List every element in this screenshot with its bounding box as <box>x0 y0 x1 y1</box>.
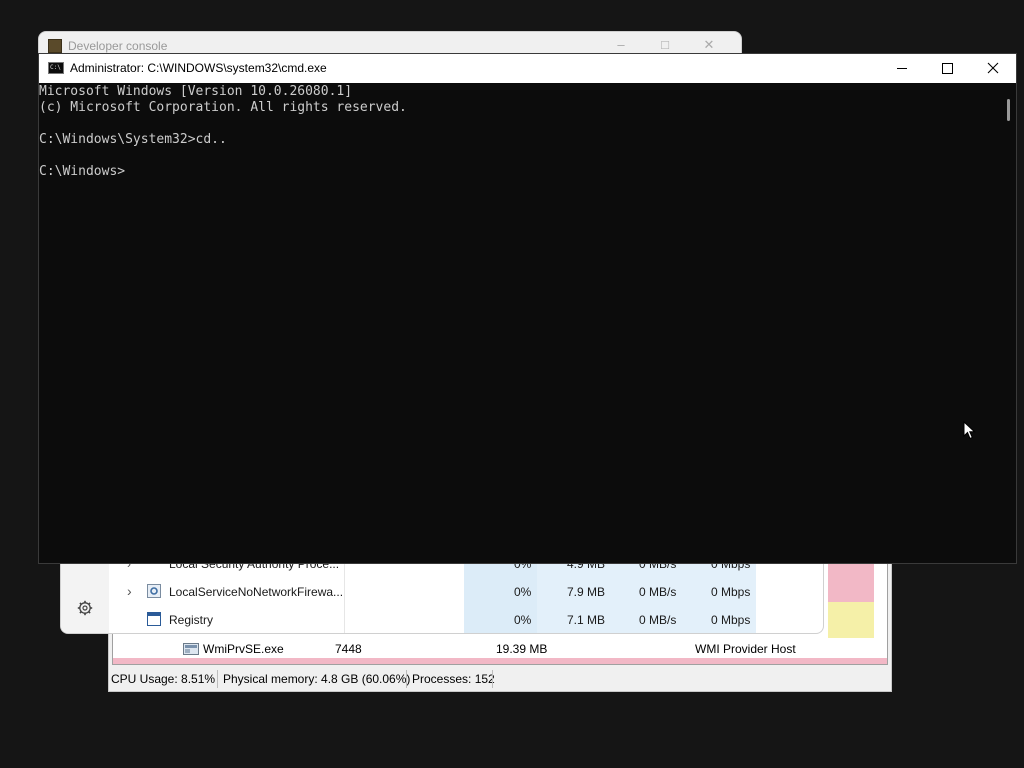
gear-icon[interactable] <box>77 600 93 616</box>
task-manager-sidebar <box>61 556 109 633</box>
highlight-pink <box>828 558 874 602</box>
disk-value: 0 MB/s <box>639 613 677 627</box>
terminal-line: (c) Microsoft Corporation. All rights re… <box>39 100 407 115</box>
app-icon <box>48 39 62 53</box>
disk-value: 0 MB/s <box>639 585 677 599</box>
task-manager-window: › Local Security Authority Proce... 0% 4… <box>60 556 824 634</box>
close-icon[interactable] <box>970 54 1016 83</box>
cmd-icon: C:\ <box>48 62 64 74</box>
maximize-icon[interactable] <box>924 54 970 83</box>
process-pid: 7448 <box>335 642 362 656</box>
cmd-window[interactable]: C:\ Administrator: C:\WINDOWS\system32\c… <box>38 53 1017 564</box>
terminal-line: Microsoft Windows [Version 10.0.26080.1] <box>39 84 353 99</box>
window-title: Administrator: C:\WINDOWS\system32\cmd.e… <box>70 61 327 75</box>
window-controls: – □ ✕ <box>599 36 731 54</box>
network-value: 0 Mbps <box>711 613 751 627</box>
process-name: WmiPrvSE.exe <box>203 642 284 656</box>
cpu-value: 0% <box>514 585 532 599</box>
process-name: Registry <box>169 613 214 627</box>
table-row[interactable]: Registry 0% 7.1 MB 0 MB/s 0 Mbps <box>109 606 825 634</box>
terminal-prompt[interactable]: C:\Windows> <box>39 164 999 180</box>
process-icon <box>183 643 199 658</box>
service-gear-icon <box>147 584 161 598</box>
scrollbar[interactable] <box>999 83 1016 563</box>
title-bar[interactable]: C:\ Administrator: C:\WINDOWS\system32\c… <box>39 54 1016 83</box>
process-name: LocalServiceNoNetworkFirewa... <box>169 585 344 599</box>
cpu-usage: CPU Usage: 8.51% <box>111 672 216 686</box>
status-divider <box>492 670 493 688</box>
minimize-icon[interactable]: – <box>599 37 643 52</box>
chevron-right-icon[interactable]: › <box>127 583 132 599</box>
minimize-icon[interactable] <box>879 54 925 83</box>
status-divider <box>217 670 218 688</box>
status-bar: CPU Usage: 8.51% Physical memory: 4.8 GB… <box>109 667 891 691</box>
window-app-icon <box>147 612 161 626</box>
status-divider <box>406 670 407 688</box>
table-row[interactable] <box>113 658 887 664</box>
process-count: Processes: 152 <box>412 672 495 686</box>
cpu-value: 0% <box>514 613 532 627</box>
terminal-line: C:\Windows\System32>cd.. <box>39 132 227 147</box>
physical-memory: Physical memory: 4.8 GB (60.06%) <box>223 672 411 686</box>
process-description: WMI Provider Host <box>695 642 796 656</box>
process-memory: 19.39 MB <box>496 642 548 656</box>
memory-value: 7.1 MB <box>567 613 606 627</box>
close-icon[interactable]: ✕ <box>687 37 731 53</box>
scrollbar-thumb[interactable] <box>1007 99 1010 121</box>
table-row[interactable]: › LocalServiceNoNetworkFirewa... 0% 7.9 … <box>109 578 825 606</box>
highlight-yellow <box>828 602 874 638</box>
mouse-cursor-icon <box>963 421 976 440</box>
table-row[interactable]: WmiPrvSE.exe 7448 19.39 MB WMI Provider … <box>113 640 887 658</box>
memory-value: 7.9 MB <box>567 585 606 599</box>
maximize-icon[interactable]: □ <box>643 37 687 52</box>
window-title: Developer console <box>68 39 168 53</box>
terminal-output[interactable]: Microsoft Windows [Version 10.0.26080.1]… <box>39 83 999 563</box>
network-value: 0 Mbps <box>711 585 751 599</box>
